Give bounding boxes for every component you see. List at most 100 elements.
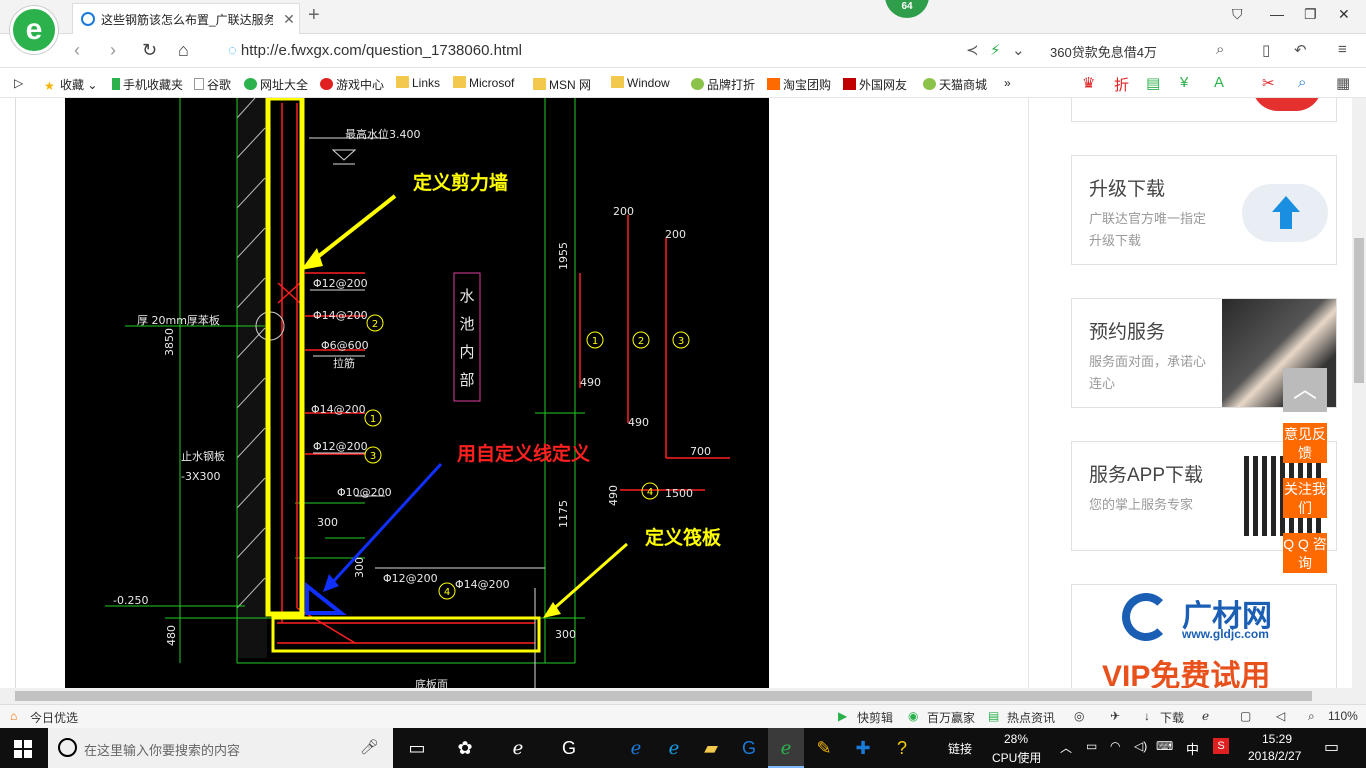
app-g-icon[interactable]: G bbox=[556, 736, 582, 760]
card-title: 预约服务 bbox=[1089, 322, 1166, 343]
close-tab-icon[interactable]: ✕ bbox=[279, 11, 299, 28]
close-window-icon[interactable]: ✕ bbox=[1338, 6, 1350, 23]
window-icon[interactable]: ▢ bbox=[1240, 709, 1251, 723]
vertical-scroll-thumb[interactable] bbox=[1354, 238, 1364, 383]
browser-360-icon[interactable]: ℯ bbox=[773, 736, 799, 760]
forward-icon[interactable]: › bbox=[110, 40, 116, 61]
feedback-button[interactable]: 意见反馈 bbox=[1283, 423, 1327, 463]
bookmark-item[interactable]: 手机收藏夹 bbox=[112, 76, 183, 93]
speed-mode-icon[interactable]: ⚡ bbox=[990, 41, 1001, 59]
notifications-icon[interactable]: ▭ bbox=[1324, 737, 1339, 757]
qq-consult-button[interactable]: Q Q 咨询 bbox=[1283, 533, 1327, 573]
restore-icon[interactable]: ❐ bbox=[1304, 6, 1317, 23]
microphone-icon[interactable]: 🎤︎ bbox=[360, 738, 379, 756]
bookmark-item[interactable]: 天猫商城 bbox=[923, 76, 987, 93]
help-icon[interactable]: ? bbox=[889, 736, 915, 760]
taskbar-search[interactable]: 在这里输入你要搜索的内容 🎤︎ bbox=[48, 728, 393, 768]
windows-start-icon[interactable] bbox=[14, 740, 32, 758]
notes-icon[interactable]: ✎ bbox=[811, 736, 837, 760]
home-icon[interactable]: ⌂ bbox=[178, 40, 189, 61]
horizontal-scroll-thumb[interactable] bbox=[15, 691, 1312, 701]
follow-us-button[interactable]: 关注我们 bbox=[1283, 478, 1327, 518]
today-picks-link[interactable]: 今日优选 bbox=[30, 709, 78, 726]
bookmark-item[interactable]: 淘宝团购 bbox=[767, 76, 831, 93]
refresh-icon[interactable]: ↻ bbox=[142, 40, 157, 61]
mute-icon[interactable]: ◁ bbox=[1276, 709, 1285, 723]
money-icon[interactable]: ¥ bbox=[1180, 74, 1188, 91]
tools-icon[interactable]: ✈ bbox=[1110, 709, 1120, 723]
battery-icon[interactable]: ▭ bbox=[1086, 739, 1097, 753]
new-tab-icon[interactable]: + bbox=[308, 4, 320, 27]
browser-e-icon[interactable]: ℯ bbox=[505, 736, 531, 760]
edge-icon[interactable]: ℯ bbox=[623, 736, 649, 760]
translate-icon[interactable]: A bbox=[1214, 74, 1224, 91]
bookmark-item[interactable]: 外国网友 bbox=[843, 76, 907, 93]
sidebar-toggle-icon[interactable]: ▷ bbox=[14, 76, 23, 90]
menu-icon[interactable]: ≡ bbox=[1338, 41, 1347, 58]
search-icon[interactable]: ⌕ bbox=[1216, 41, 1224, 58]
glodon-icon[interactable]: G bbox=[736, 736, 762, 760]
bookmark-item[interactable]: Links bbox=[396, 76, 440, 90]
zoom-search-icon[interactable]: ⌕ bbox=[1298, 74, 1306, 91]
bookmark-item[interactable]: 网址大全 bbox=[244, 76, 308, 93]
status-item[interactable]: 快剪辑 bbox=[857, 709, 893, 726]
url-text: http://e.fwxgx.com/question_1738060.html bbox=[240, 42, 522, 59]
badge-count[interactable]: 64 bbox=[885, 0, 929, 18]
keyboard-icon[interactable]: ⌨ bbox=[1156, 739, 1173, 753]
reader-icon[interactable]: ▤ bbox=[1146, 74, 1160, 92]
vertical-scrollbar[interactable] bbox=[1352, 98, 1366, 688]
dim-label: 1500 bbox=[665, 487, 693, 500]
search-field[interactable]: 360贷款免息借4万 bbox=[1050, 42, 1157, 61]
gift-icon[interactable]: ♛ bbox=[1082, 74, 1095, 92]
minimize-icon[interactable]: — bbox=[1270, 6, 1284, 22]
ie-icon[interactable]: ℯ bbox=[661, 736, 687, 760]
pool-char: 水 bbox=[459, 287, 474, 305]
back-icon[interactable]: ‹ bbox=[74, 40, 80, 61]
bookmark-item[interactable]: Window bbox=[611, 76, 670, 90]
discount-icon[interactable]: 折 bbox=[1114, 74, 1129, 95]
ie-mode-icon[interactable]: ℯ bbox=[1202, 709, 1209, 723]
wifi-icon[interactable]: ◠ bbox=[1110, 739, 1120, 753]
links-toolbar[interactable]: 链接 bbox=[948, 740, 972, 757]
more-bookmarks-icon[interactable]: » bbox=[1004, 76, 1011, 90]
status-item[interactable]: 下载 bbox=[1160, 709, 1184, 726]
tab-active[interactable]: 这些钢筋该怎么布置_广联达服务 ✕ bbox=[72, 3, 300, 34]
horizontal-scrollbar[interactable] bbox=[0, 688, 1366, 704]
volume-icon[interactable]: ◁) bbox=[1134, 739, 1147, 753]
bookmark-item[interactable]: MSN 网 bbox=[533, 76, 591, 93]
accelerate-icon[interactable]: ◎ bbox=[1074, 709, 1084, 723]
browser-logo-icon[interactable]: e bbox=[10, 6, 58, 54]
cad-app-icon[interactable]: ✚ bbox=[850, 736, 876, 760]
url-dropdown-icon[interactable]: ⌄ bbox=[1012, 41, 1025, 59]
apps-icon[interactable]: ▦ bbox=[1336, 74, 1350, 92]
ime-indicator[interactable]: 中 bbox=[1186, 739, 1199, 758]
sogou-ime-icon[interactable]: S bbox=[1213, 738, 1229, 754]
skin-icon[interactable]: ⛉ bbox=[1232, 6, 1243, 23]
task-view-icon[interactable]: ▭ bbox=[404, 736, 430, 760]
bottom-label: 底板面 bbox=[415, 677, 448, 688]
fan-app-icon[interactable]: ✿ bbox=[452, 736, 478, 760]
status-item[interactable]: 热点资讯 bbox=[1007, 709, 1055, 726]
card-top-partial[interactable] bbox=[1071, 98, 1337, 122]
clock-date[interactable]: 2018/2/27 bbox=[1248, 749, 1301, 763]
bookmark-item[interactable]: 谷歌 bbox=[194, 76, 231, 93]
status-bar: ⌂ 今日优选 ▶ 快剪辑 ◉ 百万赢家 ▤ 热点资讯 ◎ ✈ ↓ 下载 ℯ ▢ … bbox=[0, 704, 1366, 728]
bookmark-item[interactable]: 品牌打折 bbox=[691, 76, 755, 93]
url-field[interactable]: ◌ http://e.fwxgx.com/question_1738060.htm… bbox=[228, 42, 522, 59]
bookmark-item[interactable]: 游戏中心 bbox=[320, 76, 384, 93]
bookmark-item[interactable]: ★ 收藏 ⌄ bbox=[44, 76, 97, 93]
mobile-icon[interactable]: ▯ bbox=[1262, 41, 1270, 59]
taskbar-search-placeholder: 在这里输入你要搜索的内容 bbox=[84, 743, 241, 758]
share-icon[interactable]: ≺ bbox=[966, 41, 979, 59]
show-hidden-icons[interactable]: ︿ bbox=[1060, 739, 1072, 756]
back-to-top-button[interactable]: ︿ bbox=[1283, 368, 1327, 412]
card-ad-gldjc[interactable]: 广材网 www.gldjc.com VIP免费试用 bbox=[1071, 584, 1337, 688]
file-explorer-icon[interactable]: ▰ bbox=[698, 736, 724, 760]
status-item[interactable]: 百万赢家 bbox=[927, 709, 975, 726]
undo-icon[interactable]: ↶ bbox=[1294, 41, 1307, 59]
zoom-level[interactable]: 110% bbox=[1328, 709, 1358, 723]
clock-time[interactable]: 15:29 bbox=[1262, 732, 1292, 746]
screenshot-icon[interactable]: ✂ bbox=[1262, 74, 1275, 92]
card-upgrade-download[interactable]: 升级下载 广联达官方唯一指定升级下载 bbox=[1071, 155, 1337, 265]
bookmark-item[interactable]: Microsof bbox=[453, 76, 514, 90]
